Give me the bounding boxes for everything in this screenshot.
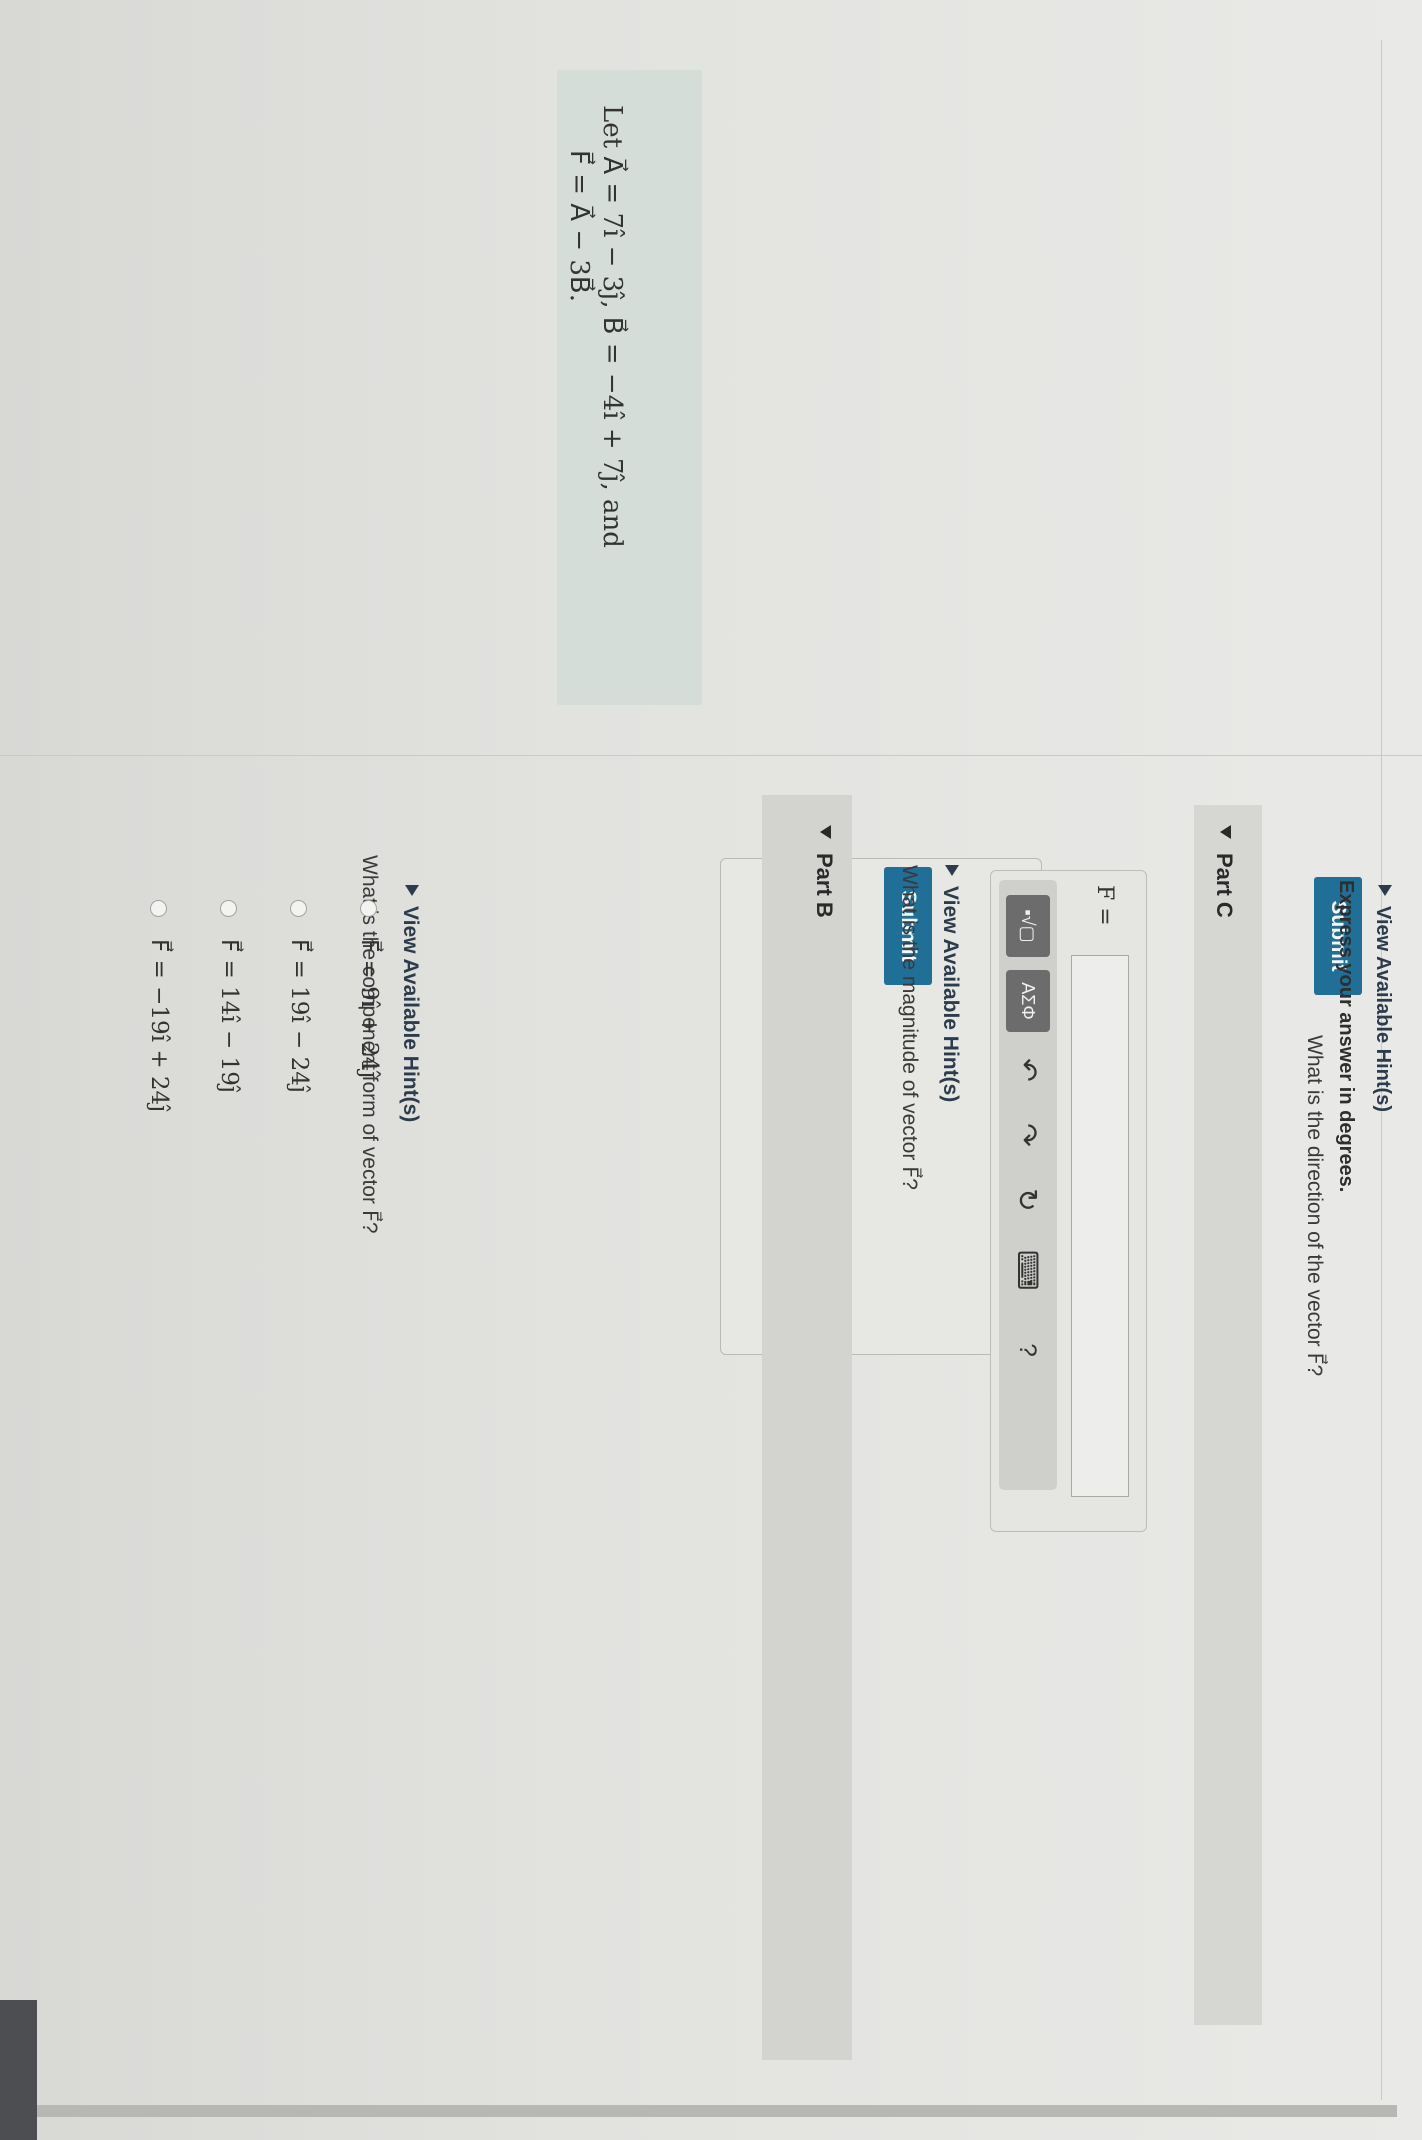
radio-button[interactable] bbox=[290, 900, 307, 917]
expand-triangle-icon bbox=[405, 885, 419, 896]
problem-statement-line-2: F⃗ = A⃗ − 3B⃗. bbox=[564, 150, 594, 303]
problem-statement-line-1: Let A⃗ = 7î − 3ĵ, B⃗ = −4î + 7ĵ, and bbox=[597, 105, 627, 548]
help-icon[interactable]: ? bbox=[1007, 1330, 1047, 1370]
option-4-label: F⃗ = 9î + 24ĵ bbox=[356, 939, 382, 1079]
part-c-hints-label: View Available Hint(s) bbox=[1372, 906, 1394, 1112]
option-2-label: F⃗ = 14î − 19ĵ bbox=[216, 939, 242, 1094]
option-4[interactable]: F⃗ = 9î + 24ĵ bbox=[356, 900, 382, 1078]
undo-icon[interactable]: ↶ bbox=[1007, 1050, 1047, 1090]
part-b-hints-label: View Available Hint(s) bbox=[939, 886, 962, 1103]
expand-triangle-icon bbox=[945, 865, 959, 876]
expand-triangle-icon bbox=[1378, 885, 1392, 896]
window-edge-bar bbox=[2, 2105, 1397, 2117]
answer-label: F = bbox=[1092, 885, 1117, 926]
part-b-header-band bbox=[762, 795, 852, 2060]
part-c-instruction: Express your answer in degrees. bbox=[1335, 880, 1357, 1193]
option-1[interactable]: F⃗ = −19î + 24ĵ bbox=[146, 900, 172, 1112]
magnitude-answer-input[interactable] bbox=[1071, 955, 1129, 1497]
part-b-question: What is the magnitude of vector F⃗? bbox=[898, 865, 921, 1190]
part-a-hints-link[interactable]: View Available Hint(s) bbox=[398, 885, 422, 1122]
screen-canvas: Let A⃗ = 7î − 3ĵ, B⃗ = −4î + 7ĵ, and F⃗ … bbox=[0, 0, 1422, 2140]
option-1-label: F⃗ = −19î + 24ĵ bbox=[146, 939, 172, 1113]
radio-button[interactable] bbox=[220, 900, 237, 917]
part-b-title: Part B bbox=[811, 825, 837, 918]
part-c-title: Part C bbox=[1211, 825, 1237, 918]
part-c-title-label: Part C bbox=[1212, 853, 1237, 918]
part-c-header-band bbox=[1194, 805, 1262, 2025]
corner-tab bbox=[0, 2000, 37, 2140]
radio-button[interactable] bbox=[360, 900, 377, 917]
part-b-title-label: Part B bbox=[812, 853, 837, 918]
part-b-hints-link[interactable]: View Available Hint(s) bbox=[938, 865, 962, 1102]
reset-icon[interactable]: ↻ bbox=[1007, 1180, 1047, 1220]
part-c-hints-link[interactable]: View Available Hint(s) bbox=[1371, 885, 1394, 1112]
collapse-triangle-icon bbox=[1220, 825, 1231, 839]
part-a-hints-label: View Available Hint(s) bbox=[399, 906, 422, 1123]
collapse-triangle-icon bbox=[820, 825, 831, 839]
radio-button[interactable] bbox=[150, 900, 167, 917]
redo-icon[interactable]: ↷ bbox=[1007, 1115, 1047, 1155]
templates-button[interactable]: ▪√▢ bbox=[1006, 895, 1050, 957]
symbols-button[interactable]: ΑΣΦ bbox=[1006, 970, 1050, 1032]
column-divider bbox=[0, 755, 1422, 756]
keyboard-icon[interactable]: ⌨ bbox=[1007, 1250, 1047, 1290]
option-3-label: F⃗ = 19î − 24ĵ bbox=[286, 939, 312, 1094]
part-c-question: What is the direction of the vector F⃗? bbox=[1303, 1035, 1326, 1377]
option-2[interactable]: F⃗ = 14î − 19ĵ bbox=[216, 900, 242, 1093]
option-3[interactable]: F⃗ = 19î − 24ĵ bbox=[286, 900, 312, 1093]
